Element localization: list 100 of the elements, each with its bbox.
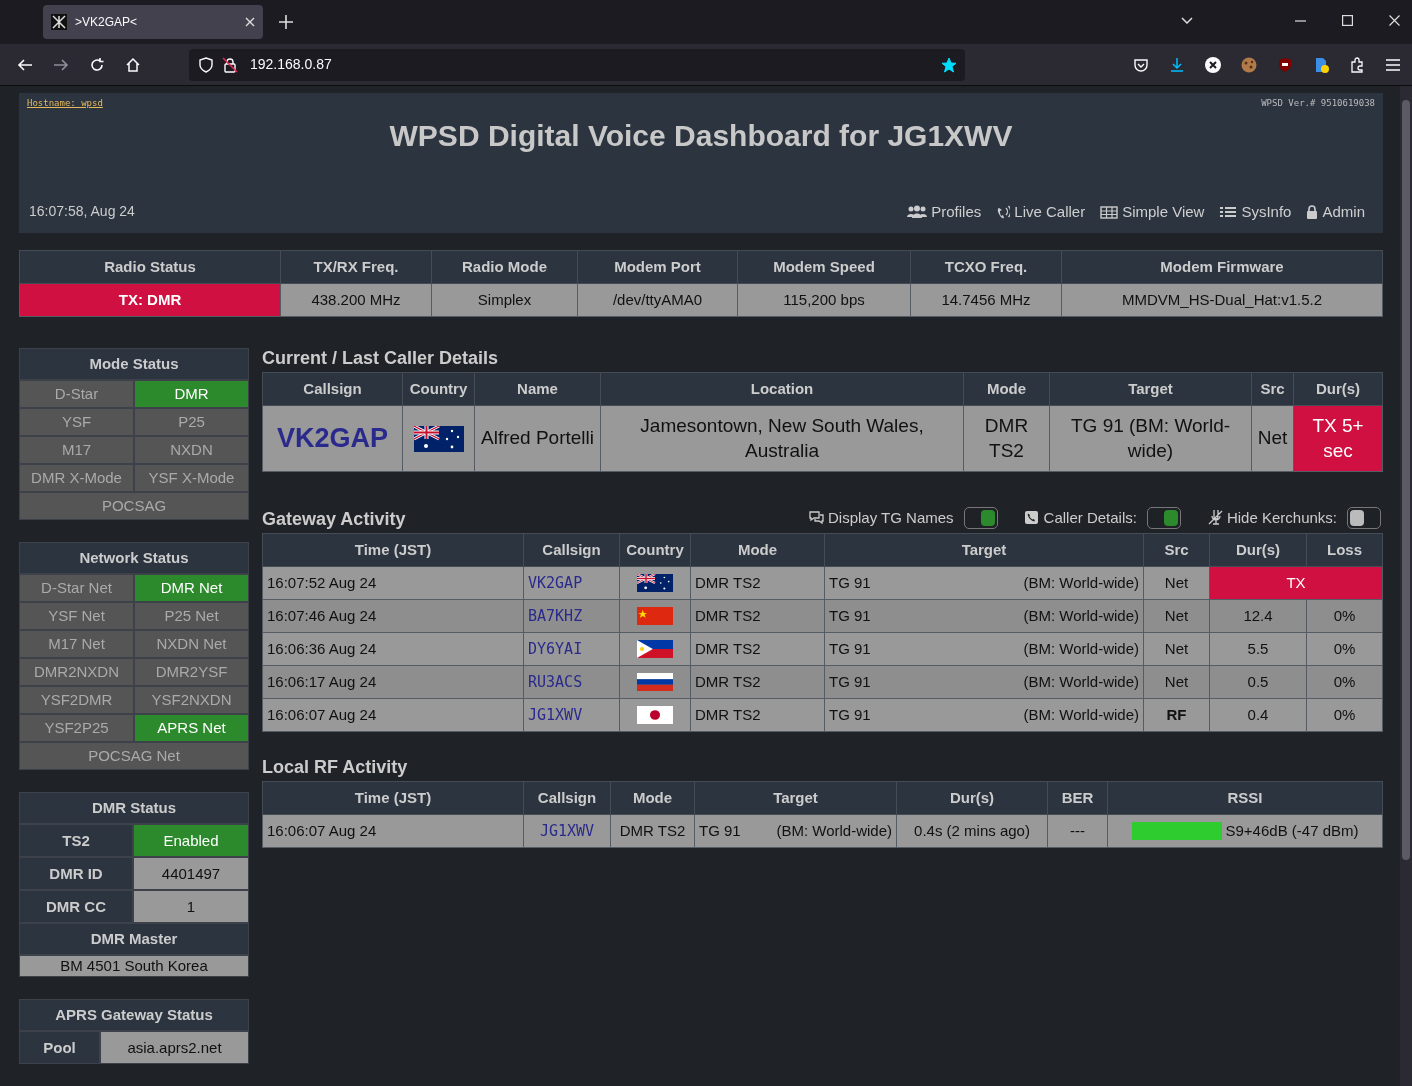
x-circle-icon[interactable] (1205, 56, 1221, 73)
table-cell-text: TG 91 (829, 572, 871, 593)
mode-indicator: YSF2DMR (20, 687, 133, 713)
panel-title: APRS Gateway Status (20, 1000, 248, 1030)
lock-icon[interactable] (222, 56, 238, 73)
download-icon[interactable] (1169, 56, 1185, 73)
nav-link[interactable]: Admin (1306, 200, 1365, 223)
table-cell: MMDVM_HS-Dual_Hat:v1.5.2 (1061, 283, 1383, 317)
reload-icon[interactable] (89, 56, 105, 73)
table-cell: DMR TS2 (690, 599, 825, 633)
toggle-switch[interactable] (963, 506, 998, 529)
column-header: Modem Speed (737, 250, 911, 284)
mode-indicator: NXDN (135, 437, 248, 463)
column-header: Country (402, 372, 475, 406)
table-cell: 12.4 (1209, 599, 1307, 633)
column-header: Mode (610, 781, 695, 815)
shield-icon[interactable] (1277, 56, 1293, 73)
column-header: Dur(s) (1209, 533, 1307, 567)
status-cell: TX: DMR (19, 283, 281, 317)
table-cell: 0% (1306, 632, 1383, 666)
mode-indicator: YSF X-Mode (135, 465, 248, 491)
plus-icon[interactable] (279, 15, 293, 29)
table-cell: DMR TS2 (690, 665, 825, 699)
table-cell: DMR TS2 (610, 814, 695, 848)
field-value: 1 (134, 891, 248, 922)
close-icon[interactable] (245, 17, 255, 27)
table-cell-text: TG 91 (829, 638, 871, 659)
browser-tab[interactable]: >VK2GAP< (43, 5, 263, 39)
table-cell: 0% (1306, 599, 1383, 633)
maximize-icon[interactable] (1342, 15, 1353, 26)
flag-icon (637, 607, 673, 625)
mode-indicator: DMR X-Mode (20, 465, 133, 491)
column-header: Callsign (523, 781, 611, 815)
pocket-icon[interactable] (1133, 56, 1149, 73)
table-cell-text: (BM: World-wide) (1023, 671, 1139, 692)
table-cell: 0.5 (1209, 665, 1307, 699)
table-cell: Net (1251, 405, 1294, 472)
flag-icon (637, 673, 673, 691)
table-cell: TX (1209, 566, 1383, 600)
field-value: Enabled (134, 825, 248, 856)
flag-icon (637, 706, 673, 724)
mode-indicator: YSF2P25 (20, 715, 133, 741)
table-cell: 16:06:07 Aug 24 (262, 814, 524, 848)
column-header: Radio Status (19, 250, 281, 284)
table-icon (1100, 204, 1119, 219)
shield-icon[interactable] (198, 56, 214, 73)
column-header: Loss (1306, 533, 1383, 567)
version-text: WPSD Ver.# 9510619038 (1261, 97, 1375, 110)
column-header: BER (1047, 781, 1108, 815)
nav-link[interactable]: Live Caller (996, 200, 1086, 223)
flag-icon (413, 425, 464, 452)
column-header: Target (694, 781, 897, 815)
table-cell-text: TG 91 (829, 671, 871, 692)
table-cell: TX 5+ sec (1293, 405, 1383, 472)
nav-link[interactable]: Profiles (907, 200, 982, 223)
column-header: Src (1143, 533, 1210, 567)
table-cell: DMR TS2 (690, 698, 825, 732)
column-header: Country (619, 533, 691, 567)
table-cell: 438.200 MHz (280, 283, 432, 317)
field-value: 4401497 (134, 858, 248, 889)
mode-indicator: M17 (20, 437, 133, 463)
hostname-link[interactable]: Hostname: wpsd (27, 97, 103, 111)
nav-link[interactable]: SysInfo (1219, 200, 1292, 223)
table-cell: 16:06:17 Aug 24 (262, 665, 524, 699)
mode-indicator: D-Star Net (20, 575, 133, 601)
people-icon (907, 204, 928, 219)
document-icon[interactable] (1313, 56, 1329, 73)
cookie-icon[interactable] (1241, 56, 1257, 73)
back-icon[interactable] (17, 56, 33, 73)
toggle-label: Caller Details: (1043, 507, 1137, 528)
mode-indicator: DMR2YSF (135, 659, 248, 685)
column-header: Target (1049, 372, 1252, 406)
mode-indicator: YSF2NXDN (135, 687, 248, 713)
scrollbar[interactable] (1400, 86, 1412, 1086)
menu-icon[interactable] (1385, 56, 1401, 73)
column-header: Radio Mode (431, 250, 578, 284)
close-icon[interactable] (1389, 15, 1400, 26)
table-cell: 115,200 bps (737, 283, 911, 317)
nav-link[interactable]: Simple View (1100, 200, 1205, 223)
forward-icon[interactable] (53, 56, 69, 73)
table-cell: 16:07:46 Aug 24 (262, 599, 524, 633)
column-header: TX/RX Freq. (280, 250, 432, 284)
table-cell: 14.7456 MHz (910, 283, 1062, 317)
section-title: Current / Last Caller Details (262, 347, 500, 370)
chevron-down-icon[interactable] (1181, 17, 1193, 24)
table-cell: 0% (1306, 698, 1383, 732)
star-icon[interactable] (941, 56, 957, 73)
address-bar[interactable]: 192.168.0.87 (189, 48, 965, 81)
toggle-switch[interactable] (1146, 506, 1181, 529)
home-icon[interactable] (125, 56, 141, 73)
panel-title: DMR Master (20, 924, 248, 954)
column-header: Modem Port (577, 250, 738, 284)
table-cell: 16:07:52 Aug 24 (262, 566, 524, 600)
mode-indicator: P25 Net (135, 603, 248, 629)
puzzle-icon[interactable] (1349, 56, 1365, 73)
toggle-switch[interactable] (1347, 506, 1381, 529)
table-cell-text: TG 91 (829, 704, 871, 725)
flag-icon (637, 640, 673, 658)
toggle-label: Display TG Names (827, 507, 954, 528)
mode-indicator: DMR (135, 381, 248, 407)
